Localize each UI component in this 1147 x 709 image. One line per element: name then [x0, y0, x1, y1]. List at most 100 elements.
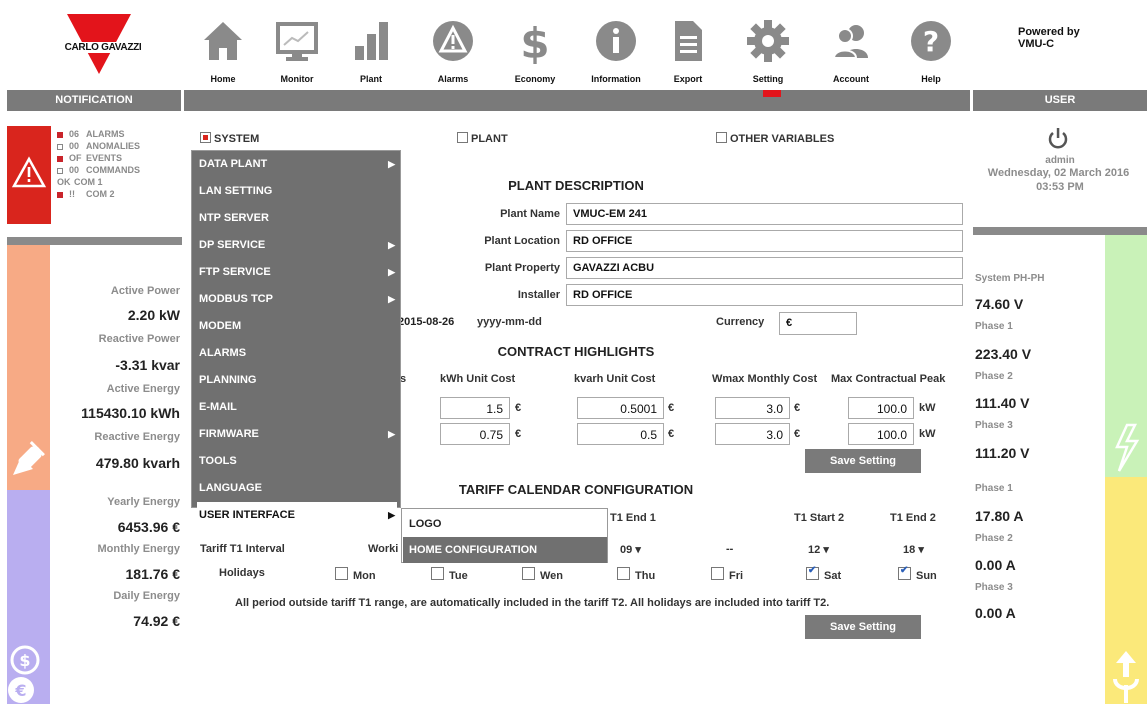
divider [973, 227, 1147, 235]
menu-item-ntp-server[interactable]: NTP SERVER [197, 205, 397, 232]
tab-plant[interactable]: PLANT [457, 132, 508, 145]
menu-item-language[interactable]: LANGUAGE [197, 475, 397, 502]
notification-item[interactable]: OF EVENTS [57, 153, 122, 163]
nav-plant[interactable]: Plant [338, 14, 404, 86]
phase1-current-value: 17.80 A [975, 508, 1024, 524]
kvarh-cost-input[interactable]: 0.5 [577, 423, 664, 445]
menu-item-modbus-tcp[interactable]: MODBUS TCP ▶ [197, 286, 397, 313]
holiday-fri[interactable]: Fri [711, 567, 743, 582]
currency-label: Currency [716, 316, 765, 328]
home-icon [204, 22, 242, 60]
nav-home[interactable]: Home [190, 14, 256, 86]
t1-start2-select[interactable]: 12 ▾ [808, 543, 829, 556]
holiday-checkbox[interactable] [431, 567, 444, 580]
t1-end1-header: T1 End 1 [610, 512, 656, 524]
phase2-voltage-label: Phase 2 [975, 371, 1013, 382]
system-checkbox[interactable] [200, 132, 211, 143]
kvarh-cost-input[interactable]: 0.5001 [577, 397, 664, 419]
plant-location-input[interactable]: RD OFFICE [566, 230, 963, 252]
notification-item[interactable]: !! COM 2 [57, 189, 115, 199]
tab-system[interactable]: SYSTEM [200, 132, 259, 145]
menu-item-ftp-service[interactable]: FTP SERVICE ▶ [197, 259, 397, 286]
wmax-cost-input[interactable]: 3.0 [715, 397, 790, 419]
holiday-label: Tue [449, 570, 468, 582]
kwh-cost-input[interactable]: 0.75 [440, 423, 510, 445]
phase1-current-label: Phase 1 [975, 483, 1013, 494]
nav-monitor[interactable]: Monitor [264, 14, 330, 86]
wmax-cost-input[interactable]: 3.0 [715, 423, 790, 445]
svg-text:$: $ [520, 19, 549, 64]
date-input[interactable]: 2015-08-26 [398, 316, 454, 328]
holiday-label: Fri [729, 570, 744, 582]
holiday-checkbox[interactable] [335, 567, 348, 580]
active-power-value: 2.20 kW [127, 307, 180, 323]
reactive-energy-label: Reactive Energy [94, 431, 180, 443]
t1-end1-select[interactable]: 09 ▾ [620, 543, 641, 556]
holiday-checkbox[interactable] [522, 567, 535, 580]
currency-input[interactable]: € [779, 312, 857, 335]
menu-item-alarms[interactable]: ALARMS [197, 340, 397, 367]
submenu-item-logo[interactable]: LOGO [403, 511, 607, 537]
save-setting-button[interactable]: Save Setting [805, 449, 921, 473]
menu-item-label: USER INTERFACE [199, 509, 295, 521]
holiday-sun[interactable]: Sun [898, 565, 937, 582]
plant-property-input[interactable]: GAVAZZI ACBU [566, 257, 963, 279]
other-variables-checkbox[interactable] [716, 132, 727, 143]
t1-end2-select[interactable]: 18 ▾ [903, 543, 924, 556]
holiday-tue[interactable]: Tue [431, 567, 468, 582]
menu-item-e-mail[interactable]: E-MAIL [197, 394, 397, 421]
holiday-thu[interactable]: Thu [617, 567, 655, 582]
menu-item-user-interface[interactable]: USER INTERFACE ▶ [197, 502, 397, 529]
phase2-voltage-value: 111.40 V [975, 395, 1030, 411]
user-interface-submenu: LOGO HOME CONFIGURATION [401, 508, 608, 563]
menu-item-dp-service[interactable]: DP SERVICE ▶ [197, 232, 397, 259]
t1-start2-header: T1 Start 2 [794, 512, 845, 524]
kwh-cost-input[interactable]: 1.5 [440, 397, 510, 419]
notification-item[interactable]: 06 ALARMS [57, 129, 125, 139]
t1-end2-value: 18 [903, 544, 916, 556]
save-setting-button[interactable]: Save Setting [805, 615, 921, 639]
notification-item[interactable]: OK COM 1 [57, 177, 103, 187]
max-peak-input[interactable]: 100.0 [848, 397, 914, 419]
holiday-checkbox[interactable] [806, 565, 819, 580]
nav-help[interactable]: ? Help [898, 14, 964, 86]
holiday-mon[interactable]: Mon [335, 567, 376, 582]
menu-item-data-plant[interactable]: DATA PLANT ▶ [197, 151, 397, 178]
menu-item-tools[interactable]: TOOLS [197, 448, 397, 475]
daily-energy-label: Daily Energy [113, 590, 180, 602]
submenu-item-home-configuration[interactable]: HOME CONFIGURATION [403, 537, 607, 563]
max-peak-input[interactable]: 100.0 [848, 423, 914, 445]
tariff-calendar-title: TARIFF CALENDAR CONFIGURATION [458, 482, 694, 497]
system-phph-label: System PH-PH [975, 273, 1045, 284]
holiday-checkbox[interactable] [898, 565, 911, 580]
holiday-sat[interactable]: Sat [806, 565, 842, 582]
notification-item[interactable]: 00 ANOMALIES [57, 141, 140, 151]
holiday-wen[interactable]: Wen [522, 567, 563, 582]
menu-item-label: NTP SERVER [199, 212, 269, 224]
power-icon[interactable] [1048, 127, 1068, 154]
max-contractual-peak-header: Max Contractual Peak [831, 373, 946, 385]
holiday-checkbox[interactable] [617, 567, 630, 580]
menu-item-modem[interactable]: MODEM [197, 313, 397, 340]
menu-item-label: LAN SETTING [199, 185, 273, 197]
menu-item-planning[interactable]: PLANNING [197, 367, 397, 394]
chevron-right-icon: ▶ [388, 510, 395, 520]
help-icon: ? [911, 21, 951, 61]
menu-item-firmware[interactable]: FIRMWARE ▶ [197, 421, 397, 448]
nav-economy[interactable]: $ Economy [502, 14, 568, 86]
nav-setting[interactable]: Setting [735, 14, 801, 86]
plant-checkbox[interactable] [457, 132, 468, 143]
tab-other-variables[interactable]: OTHER VARIABLES [716, 132, 834, 145]
nav-export[interactable]: Export [655, 14, 721, 86]
holiday-checkbox[interactable] [711, 567, 724, 580]
nav-alarms[interactable]: Alarms [420, 14, 486, 86]
holiday-label: Sat [824, 570, 842, 582]
installer-input[interactable]: RD OFFICE [566, 284, 963, 306]
nav-information[interactable]: Information [583, 14, 649, 86]
contract-highlights-title: CONTRACT HIGHLIGHTS [497, 344, 655, 359]
phase3-current-value: 0.00 A [975, 605, 1016, 621]
menu-item-lan-setting[interactable]: LAN SETTING [197, 178, 397, 205]
notification-item[interactable]: 00 COMMANDS [57, 165, 140, 175]
nav-account[interactable]: Account [818, 14, 884, 86]
plant-name-input[interactable]: VMUC-EM 241 [566, 203, 963, 225]
